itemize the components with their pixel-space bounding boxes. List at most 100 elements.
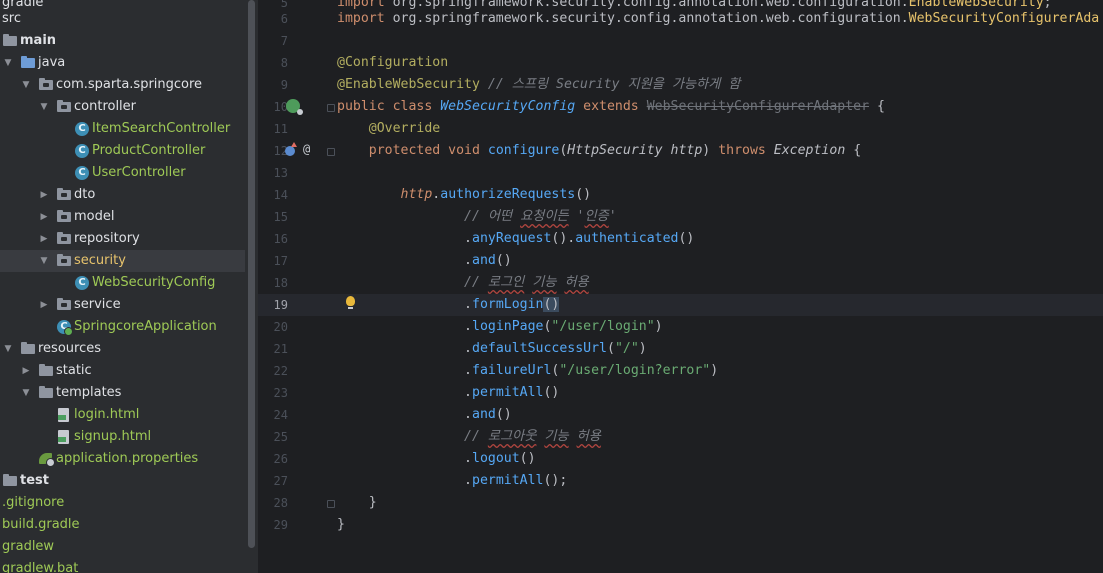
code-line[interactable]: @EnableWebSecurity // 스프링 Security 지원을 가… bbox=[337, 74, 740, 96]
tree-item-itemsearchcontroller[interactable]: C ItemSearchController bbox=[0, 118, 245, 140]
tree-item-productcontroller[interactable]: C ProductController bbox=[0, 140, 245, 162]
chevron-down-icon[interactable]: ▼ bbox=[38, 250, 50, 272]
line-number: 10 bbox=[273, 100, 288, 114]
scrollbar-thumb[interactable] bbox=[248, 0, 255, 548]
resources-folder-icon bbox=[20, 341, 36, 357]
ide-window: gradle src main ▼ java ▼ com.sparta.spri… bbox=[0, 0, 1103, 573]
code-line[interactable]: // 어떤 요청이든 '인증' bbox=[337, 206, 617, 228]
code-line[interactable]: } bbox=[337, 492, 377, 514]
code-line-current[interactable]: .formLogin() bbox=[337, 294, 560, 316]
tree-item-label: com.sparta.springcore bbox=[56, 77, 203, 92]
code-line[interactable]: .logout() bbox=[337, 448, 535, 470]
chevron-down-icon[interactable]: ▼ bbox=[38, 96, 50, 118]
tree-item-main[interactable]: main bbox=[0, 30, 245, 52]
tree-item-gitignore[interactable]: .gitignore bbox=[0, 492, 245, 514]
line-number: 24 bbox=[273, 408, 288, 422]
code-line[interactable]: .permitAll() bbox=[337, 382, 559, 404]
project-tree-scrollbar[interactable] bbox=[245, 0, 258, 573]
spring-boot-app-icon: C bbox=[56, 319, 73, 336]
tree-item-label: main bbox=[20, 33, 57, 48]
line-number: 20 bbox=[273, 320, 288, 334]
code-line[interactable]: .failureUrl("/user/login?error") bbox=[337, 360, 718, 382]
tree-item-resources[interactable]: ▼ resources bbox=[0, 338, 245, 360]
tree-item-label: test bbox=[20, 473, 49, 488]
chevron-down-icon[interactable]: ▼ bbox=[20, 382, 32, 404]
tree-item-model[interactable]: ▶ model bbox=[0, 206, 245, 228]
fold-marker-icon[interactable] bbox=[327, 500, 335, 508]
tree-item-label: static bbox=[56, 363, 92, 378]
tree-item-label: resources bbox=[38, 341, 102, 356]
tree-item-test[interactable]: test bbox=[0, 470, 245, 492]
tree-item-signup-html[interactable]: signup.html bbox=[0, 426, 245, 448]
tree-item-label: repository bbox=[74, 231, 140, 246]
tree-item-label: src bbox=[2, 11, 21, 26]
tree-item-websecurityconfig[interactable]: C WebSecurityConfig bbox=[0, 272, 245, 294]
chevron-right-icon[interactable]: ▶ bbox=[38, 228, 50, 250]
tree-item-login-html[interactable]: login.html bbox=[0, 404, 245, 426]
tree-item-templates[interactable]: ▼ templates bbox=[0, 382, 245, 404]
tree-item-label: ItemSearchController bbox=[92, 121, 231, 136]
code-line[interactable]: .permitAll(); bbox=[337, 470, 567, 492]
line-number: 15 bbox=[273, 210, 288, 224]
spring-bean-icon[interactable] bbox=[286, 99, 303, 115]
tree-item-application-properties[interactable]: application.properties bbox=[0, 448, 245, 470]
tree-item-static[interactable]: ▶ static bbox=[0, 360, 245, 382]
package-icon bbox=[56, 209, 72, 225]
code-line[interactable]: .loginPage("/user/login") bbox=[337, 316, 663, 338]
html-file-icon bbox=[56, 429, 72, 445]
chevron-right-icon[interactable]: ▶ bbox=[38, 294, 50, 316]
tree-item-label: WebSecurityConfig bbox=[92, 275, 216, 290]
java-class-icon: C bbox=[74, 121, 90, 137]
code-line[interactable]: @Configuration bbox=[337, 52, 448, 74]
tree-item-gradlew-bat[interactable]: gradlew.bat bbox=[0, 558, 245, 573]
code-line[interactable]: http.authorizeRequests() bbox=[337, 184, 592, 206]
code-line[interactable]: @Override bbox=[337, 118, 440, 140]
code-line[interactable]: .and() bbox=[337, 250, 512, 272]
line-number: 12 bbox=[273, 144, 288, 158]
line-number: 9 bbox=[280, 78, 288, 92]
chevron-down-icon[interactable]: ▼ bbox=[2, 52, 14, 74]
annotation-icon[interactable]: @ bbox=[303, 142, 310, 156]
line-number: 8 bbox=[280, 56, 288, 70]
tree-item-gradlew[interactable]: gradlew bbox=[0, 536, 245, 558]
chevron-right-icon[interactable]: ▶ bbox=[20, 360, 32, 382]
tree-item-label: UserController bbox=[92, 165, 186, 180]
chevron-down-icon[interactable]: ▼ bbox=[2, 338, 14, 360]
tree-item-package-root[interactable]: ▼ com.sparta.springcore bbox=[0, 74, 245, 96]
chevron-down-icon[interactable]: ▼ bbox=[20, 74, 32, 96]
project-tree[interactable]: gradle src main ▼ java ▼ com.sparta.spri… bbox=[0, 0, 245, 573]
code-line[interactable]: } bbox=[337, 514, 345, 536]
code-line[interactable]: // 로그아웃 기능 허용 bbox=[337, 426, 601, 448]
code-line[interactable]: .and() bbox=[337, 404, 512, 426]
tree-item-src[interactable]: src bbox=[0, 8, 245, 30]
tree-item-java[interactable]: ▼ java bbox=[0, 52, 245, 74]
fold-marker-icon[interactable] bbox=[327, 148, 335, 156]
code-line[interactable]: // 로그인 기능 허용 bbox=[337, 272, 589, 294]
tree-item-label: java bbox=[38, 55, 66, 70]
tree-item-service[interactable]: ▶ service bbox=[0, 294, 245, 316]
tree-item-repository[interactable]: ▶ repository bbox=[0, 228, 245, 250]
line-number: 26 bbox=[273, 452, 288, 466]
code-line[interactable]: import org.springframework.security.conf… bbox=[337, 8, 1099, 30]
code-editor[interactable]: 5 6 7 8 9 10 11 12 13 14 15 16 17 18 19 … bbox=[258, 0, 1103, 573]
tree-item-security[interactable]: ▼ security bbox=[0, 250, 245, 272]
tree-item-usercontroller[interactable]: C UserController bbox=[0, 162, 245, 184]
package-icon bbox=[38, 77, 54, 93]
package-icon bbox=[56, 253, 72, 269]
code-line[interactable]: .anyRequest().authenticated() bbox=[337, 228, 694, 250]
code-line[interactable]: .defaultSuccessUrl("/") bbox=[337, 338, 647, 360]
code-line[interactable]: protected void configure(HttpSecurity ht… bbox=[337, 140, 861, 162]
line-number-current: 19 bbox=[273, 298, 288, 312]
chevron-right-icon[interactable]: ▶ bbox=[38, 206, 50, 228]
line-number: 23 bbox=[273, 386, 288, 400]
tree-item-label: build.gradle bbox=[2, 517, 80, 532]
tree-item-controller[interactable]: ▼ controller bbox=[0, 96, 245, 118]
chevron-right-icon[interactable]: ▶ bbox=[38, 184, 50, 206]
tree-item-build-gradle[interactable]: build.gradle bbox=[0, 514, 245, 536]
folder-icon bbox=[2, 33, 18, 49]
override-method-icon[interactable] bbox=[285, 142, 297, 156]
fold-marker-icon[interactable] bbox=[327, 104, 335, 112]
code-line[interactable]: public class WebSecurityConfig extends W… bbox=[337, 96, 885, 118]
tree-item-dto[interactable]: ▶ dto bbox=[0, 184, 245, 206]
tree-item-springcoreapplication[interactable]: C SpringcoreApplication bbox=[0, 316, 245, 338]
